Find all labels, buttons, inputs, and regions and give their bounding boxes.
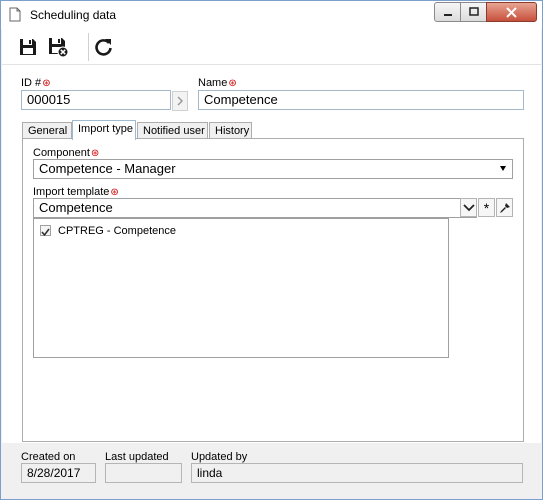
template-edit-button[interactable]: [496, 198, 513, 217]
title-bar: Scheduling data: [1, 1, 542, 29]
tab-history[interactable]: History: [209, 122, 252, 139]
template-clear-button[interactable]: *: [478, 198, 495, 217]
refresh-icon: [95, 39, 112, 56]
close-button[interactable]: [486, 2, 537, 22]
brush-icon: [499, 202, 510, 213]
floppy-disk-icon: [20, 39, 36, 55]
tab-notified-user[interactable]: Notified user: [137, 122, 208, 139]
component-dropdown[interactable]: Competence - Manager: [33, 159, 513, 179]
required-icon: ⊛: [228, 78, 237, 89]
document-icon: [9, 7, 21, 22]
import-type-panel: Component⊛ Competence - Manager Import t…: [22, 138, 524, 442]
form-content: ID #⊛ 000015 Name⊛ Competence General Im…: [2, 65, 541, 499]
last-updated-label: Last updated: [105, 451, 169, 463]
refresh-button[interactable]: [92, 35, 116, 59]
required-icon: ⊛: [90, 148, 100, 159]
asterisk-icon: *: [483, 199, 490, 216]
tab-import-type[interactable]: Import type: [72, 120, 136, 140]
list-item-label: CPTREG - Competence: [58, 225, 176, 237]
last-updated-field: [105, 463, 182, 483]
id-lookup-button[interactable]: [172, 91, 188, 111]
toolbar-separator: [88, 33, 89, 61]
template-dropdown-button[interactable]: [460, 198, 477, 217]
minimize-icon: [443, 14, 452, 16]
template-list: CPTREG - Competence: [33, 218, 449, 358]
list-item[interactable]: CPTREG - Competence: [34, 219, 448, 241]
id-label: ID #⊛: [21, 77, 51, 89]
floppy-disk-close-icon: [49, 38, 69, 58]
created-on-field: 8/28/2017: [21, 463, 96, 483]
component-value: Competence - Manager: [39, 161, 176, 176]
name-label: Name⊛: [198, 77, 237, 89]
chevron-down-icon: [462, 203, 475, 211]
save-and-close-button[interactable]: [46, 35, 70, 59]
save-button[interactable]: [16, 35, 40, 59]
close-icon: [506, 6, 517, 18]
footer-info: Created on 8/28/2017 Last updated Update…: [2, 443, 541, 499]
maximize-button[interactable]: [460, 2, 487, 22]
id-field[interactable]: 000015: [21, 90, 171, 110]
window-title: Scheduling data: [30, 8, 117, 22]
import-template-label: Import template⊛: [33, 186, 119, 198]
scheduling-data-window: Scheduling data ID #⊛ 000015 Name⊛ Compe…: [0, 0, 543, 500]
toolbar: [2, 29, 541, 65]
caret-down-icon: [500, 166, 506, 171]
required-icon: ⊛: [110, 187, 119, 198]
updated-by-field: linda: [191, 463, 523, 483]
component-label: Component⊛: [33, 147, 100, 159]
maximize-icon: [468, 7, 479, 16]
updated-by-label: Updated by: [191, 451, 248, 463]
check-icon: [41, 228, 50, 237]
minimize-button[interactable]: [434, 2, 461, 22]
required-icon: ⊛: [42, 78, 51, 89]
import-template-field[interactable]: Competence: [33, 198, 477, 218]
tab-general[interactable]: General: [22, 122, 72, 139]
checkbox[interactable]: [40, 225, 51, 237]
import-template-value: Competence: [39, 200, 113, 215]
chevron-right-icon: [177, 96, 184, 106]
name-field[interactable]: Competence: [198, 90, 524, 110]
created-on-label: Created on: [21, 451, 76, 463]
